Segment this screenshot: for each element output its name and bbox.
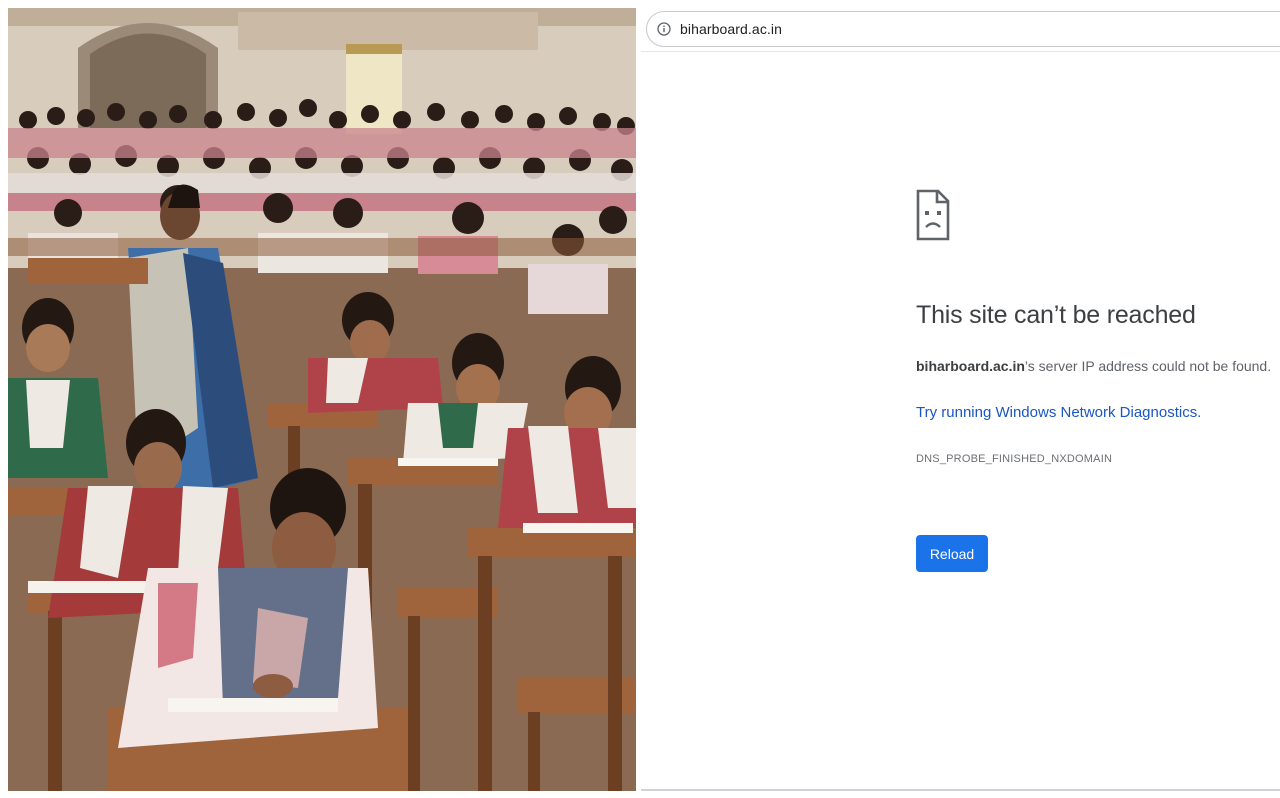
reload-button[interactable]: Reload	[916, 535, 988, 572]
url-text[interactable]: biharboard.ac.in	[680, 21, 782, 37]
exam-hall-illustration	[8, 8, 636, 791]
info-icon[interactable]	[657, 22, 671, 36]
composite-image: biharboard.ac.in This site can’t be reac…	[0, 0, 1280, 798]
error-code: DNS_PROBE_FINISHED_NXDOMAIN	[916, 453, 1113, 465]
exam-hall-photo	[8, 8, 636, 791]
error-description-text: ’s server IP address could not be found.	[1024, 358, 1272, 374]
browser-bottom-border	[641, 789, 1280, 791]
browser-window: biharboard.ac.in This site can’t be reac…	[641, 8, 1280, 791]
error-title: This site can’t be reached	[916, 301, 1196, 329]
error-page: This site can’t be reached biharboard.ac…	[916, 8, 1280, 791]
error-domain: biharboard.ac.in	[916, 358, 1025, 374]
sad-document-icon	[916, 189, 950, 241]
error-description: biharboard.ac.in’s server IP address cou…	[916, 358, 1271, 374]
network-diagnostics-link[interactable]: Try running Windows Network Diagnostics.	[916, 404, 1201, 421]
